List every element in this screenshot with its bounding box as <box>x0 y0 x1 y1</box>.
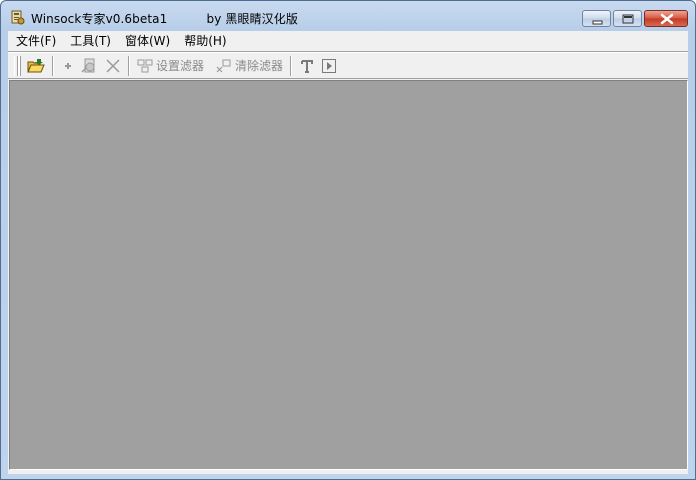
add-button[interactable] <box>58 55 78 77</box>
toolbar-separator <box>290 55 293 76</box>
text-icon <box>301 59 314 73</box>
menu-bar: 文件(F) 工具(T) 窗体(W) 帮助(H) <box>8 31 688 51</box>
filter-icon <box>137 59 153 72</box>
close-icon <box>660 13 674 25</box>
attach-process-button[interactable] <box>78 55 102 77</box>
client-area: 文件(F) 工具(T) 窗体(W) 帮助(H) 设置滤器 清除滤器 <box>8 31 688 474</box>
process-icon <box>81 58 95 73</box>
window-title: Winsock专家v0.6beta1 by 黑眼睛汉化版 <box>31 12 298 26</box>
menu-window[interactable]: 窗体(W) <box>118 31 177 51</box>
menu-file[interactable]: 文件(F) <box>8 31 63 51</box>
clear-filter-icon <box>216 59 231 72</box>
text-view-button[interactable] <box>296 55 318 77</box>
open-folder-icon <box>27 58 45 72</box>
minimize-icon <box>592 20 603 25</box>
toolbar-grip[interactable] <box>14 55 18 76</box>
title-bar[interactable]: Winsock专家v0.6beta1 by 黑眼睛汉化版 <box>1 1 695 31</box>
clear-filter-label: 清除滤器 <box>235 59 284 73</box>
app-icon[interactable] <box>9 9 25 25</box>
delete-button[interactable] <box>102 55 124 77</box>
window-controls <box>582 10 688 27</box>
maximize-icon <box>622 14 634 24</box>
mdi-workspace[interactable] <box>9 80 688 470</box>
toolbar-separator <box>52 55 54 76</box>
close-button[interactable] <box>644 10 688 27</box>
set-filter-button[interactable]: 设置滤器 <box>134 55 207 77</box>
open-button[interactable] <box>24 55 48 77</box>
set-filter-label: 设置滤器 <box>156 59 205 73</box>
minimize-button[interactable] <box>582 10 611 27</box>
clear-filter-button[interactable]: 清除滤器 <box>213 55 286 77</box>
play-button[interactable] <box>318 55 340 77</box>
toolbar: 设置滤器 清除滤器 <box>8 53 688 79</box>
play-icon <box>322 58 337 73</box>
menu-help[interactable]: 帮助(H) <box>177 31 233 51</box>
menu-tools[interactable]: 工具(T) <box>63 31 118 51</box>
close-x-icon <box>106 58 120 73</box>
toolbar-separator <box>128 55 130 76</box>
plus-icon <box>65 62 71 69</box>
maximize-button[interactable] <box>613 10 642 27</box>
app-window: Winsock专家v0.6beta1 by 黑眼睛汉化版 文件(F) 工具(T)… <box>0 0 696 480</box>
